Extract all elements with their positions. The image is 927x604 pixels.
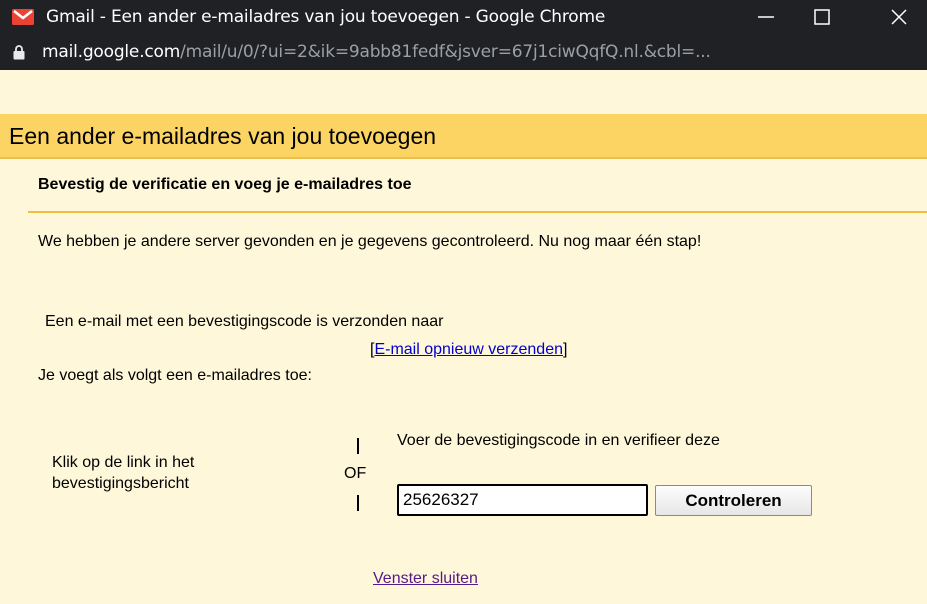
dialog-header: Een ander e-mailadres van jou toevoegen [0, 114, 927, 157]
resend-email-link[interactable]: E-mail opnieuw verzenden [374, 341, 563, 358]
title-row: Gmail - Een ander e-mailadres van jou to… [0, 0, 927, 34]
gmail-icon [12, 9, 34, 25]
maximize-button[interactable] [794, 0, 850, 34]
close-window-link[interactable]: Venster sluiten [373, 570, 478, 588]
or-separator-bottom [357, 495, 359, 511]
click-link-option: Klik op de link in het bevestigingsberic… [52, 454, 195, 492]
code-sent-text: Een e-mail met een bevestigingscode is v… [45, 313, 444, 330]
step-title: Bevestig de verificatie en voeg je e-mai… [38, 176, 412, 193]
close-icon [891, 9, 907, 25]
minimize-icon [758, 16, 774, 18]
or-separator-top [357, 438, 359, 454]
url-text[interactable]: mail.google.com/mail/u/0/?ui=2&ik=9abb81… [42, 42, 711, 62]
or-label: OF [344, 465, 367, 482]
lock-icon [13, 45, 25, 60]
maximize-icon [814, 9, 830, 25]
resend-bracket-close: ] [563, 341, 568, 358]
url-path: /mail/u/0/?ui=2&ik=9abb81fedf&jsver=67j1… [180, 42, 711, 62]
enter-code-instruction: Voer de bevestigingscode in en verifieer… [397, 432, 720, 449]
section-divider [28, 211, 927, 213]
chrome-titlebar: Gmail - Een ander e-mailadres van jou to… [0, 0, 927, 70]
header-border [0, 157, 927, 159]
url-host: mail.google.com [42, 42, 181, 62]
intro-text: We hebben je andere server gevonden en j… [38, 233, 702, 250]
close-window-button[interactable] [871, 0, 927, 34]
adding-address-text: Je voegt als volgt een e-mailadres toe: [38, 367, 312, 384]
resend-wrapper: [E-mail opnieuw verzenden] [370, 341, 567, 359]
minimize-button[interactable] [738, 0, 794, 34]
window-title: Gmail - Een ander e-mailadres van jou to… [46, 7, 606, 27]
address-bar[interactable]: mail.google.com/mail/u/0/?ui=2&ik=9abb81… [0, 34, 927, 70]
verification-code-input[interactable] [397, 484, 648, 516]
browser-window: Gmail - Een ander e-mailadres van jou to… [0, 0, 927, 604]
dialog-title: Een ander e-mailadres van jou toevoegen [9, 123, 437, 149]
verify-button[interactable]: Controleren [655, 485, 812, 516]
